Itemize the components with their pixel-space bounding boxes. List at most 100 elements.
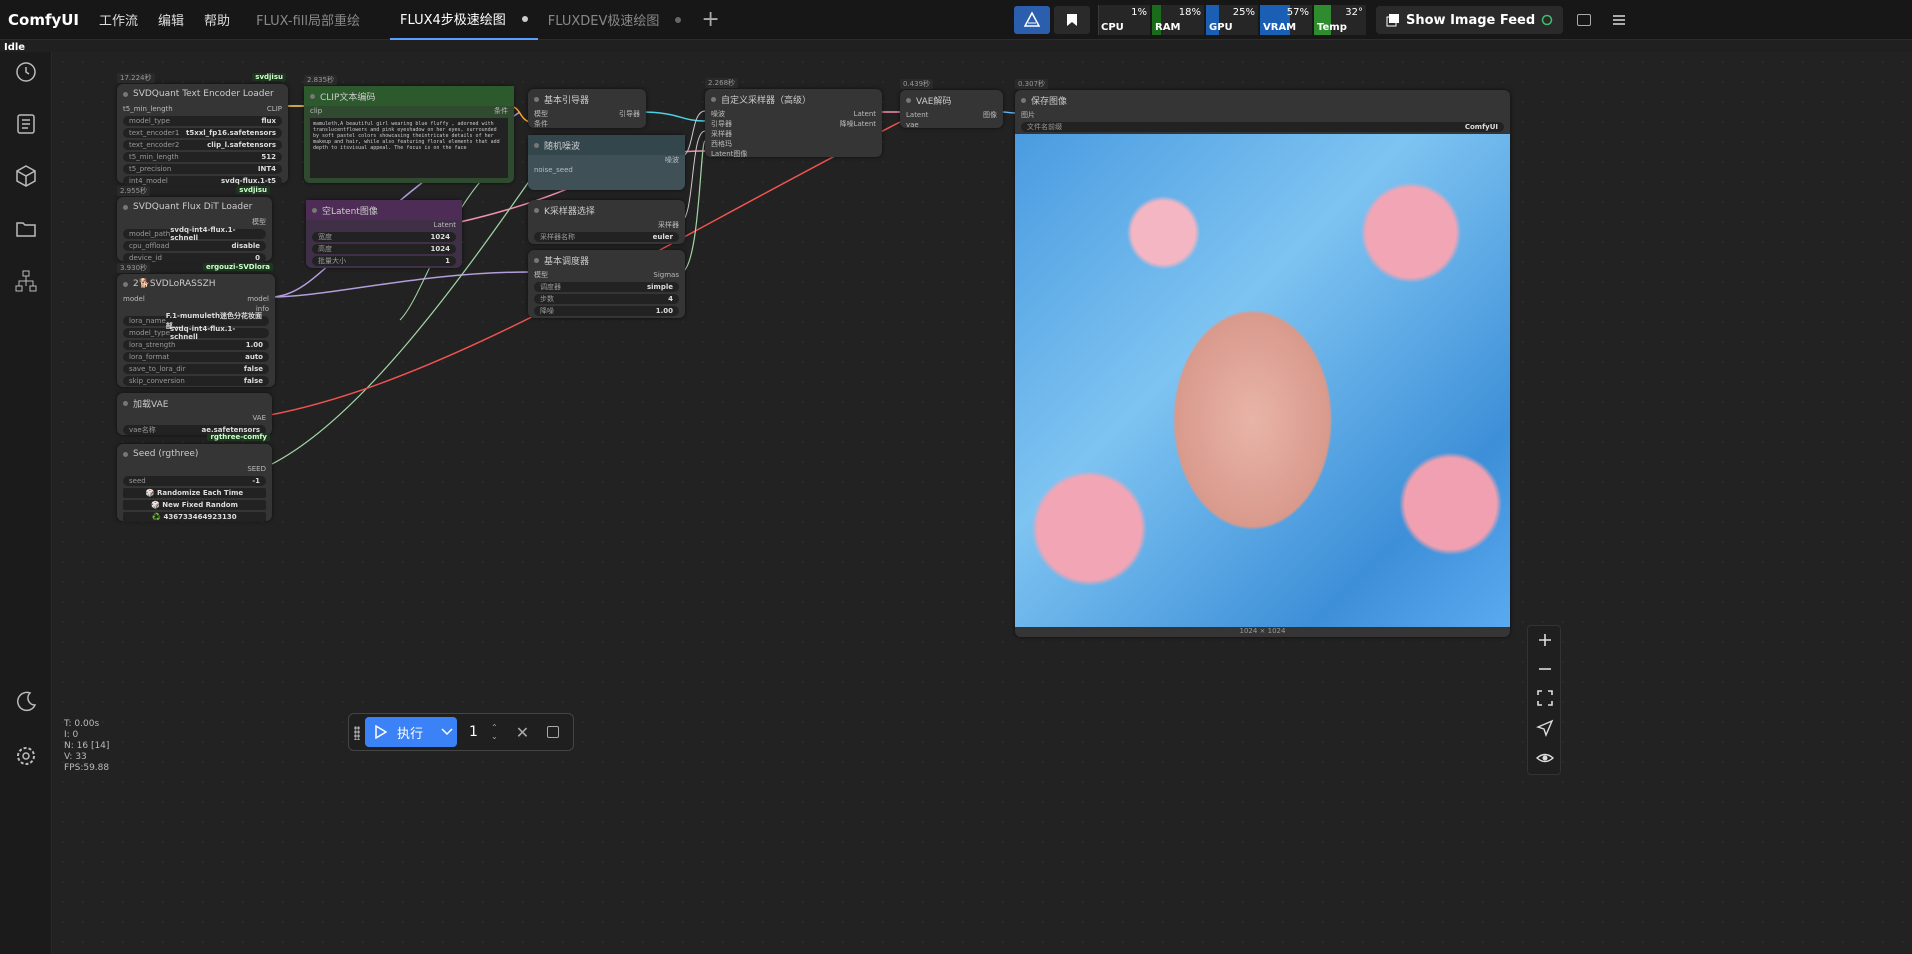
widget-scheduler-0[interactable]: 调度器 simple: [534, 282, 679, 292]
input-slot[interactable]: clip: [310, 107, 322, 115]
input-slot[interactable]: 模型: [534, 270, 548, 280]
fit-view-icon[interactable]: [1535, 688, 1555, 708]
select-pointer-icon[interactable]: [1535, 718, 1555, 738]
node-io-row: 图片: [1015, 110, 1510, 120]
input-slot[interactable]: 模型: [534, 109, 548, 119]
widget-dit_loader-1[interactable]: cpu_offload disable: [123, 241, 266, 251]
widget-empty_latent-2[interactable]: 批量大小 1: [312, 256, 456, 266]
zoom-in-icon[interactable]: [1535, 630, 1555, 650]
node-custom-sampler-advanced[interactable]: 2.268秒 自定义采样器（高级） 噪波 Latent 引导器 降噪Latent 采…: [705, 78, 882, 159]
widget-lora-2[interactable]: lora_strength 1.00: [123, 340, 269, 350]
widget-lora-3[interactable]: lora_format auto: [123, 352, 269, 362]
widget-lora-5[interactable]: skip_conversion false: [123, 376, 269, 386]
widget-text_encoder-0[interactable]: model_type flux: [123, 116, 282, 126]
output-slot[interactable]: Sigmas: [653, 271, 679, 279]
output-slot[interactable]: model: [247, 295, 269, 303]
batch-stepper[interactable]: ⌃ ⌄: [491, 723, 498, 741]
cancel-x-icon[interactable]: ✕: [516, 723, 529, 742]
stop-square-icon[interactable]: [547, 726, 560, 738]
node-basic-scheduler[interactable]: 基本调度器 模型 Sigmas 调度器 simple 步数 4 降噪 1.00: [528, 250, 685, 318]
widget-value: svdq-int4-flux.1-schnell: [169, 325, 236, 341]
node-svd-lora[interactable]: 3.930秒 ergouzi-SVDlora 2🐕SVDLoRASSZH mod…: [117, 263, 275, 387]
output-image[interactable]: [1015, 134, 1510, 627]
output-slot[interactable]: 降噪Latent: [840, 119, 876, 129]
zoom-out-icon[interactable]: [1535, 659, 1555, 679]
widget-seed-0[interactable]: seed -1: [123, 476, 266, 486]
widget-key: device_id: [129, 254, 162, 262]
widget-text_encoder-5[interactable]: int4_model svdq-flux.1-t5: [123, 176, 282, 186]
node-vae-loader[interactable]: 加载VAE VAE vae名称 ae.safetensors: [117, 393, 272, 435]
widget-text_encoder-2[interactable]: text_encoder2 clip_l.safetensors: [123, 140, 282, 150]
output-slot[interactable]: 引导器: [619, 109, 640, 119]
widget-value: flux: [261, 117, 276, 125]
input-slot[interactable]: 图片: [1021, 110, 1035, 120]
queue-run-button[interactable]: 执行: [365, 717, 457, 747]
node-title: CLIP文本编码: [304, 86, 514, 106]
filename-prefix-widget[interactable]: 文件名前缀 ComfyUI: [1021, 122, 1504, 132]
input-slot[interactable]: Latent图像: [711, 149, 747, 159]
node-vae-decode[interactable]: 0.439秒 VAE解码 Latent 图像 vae: [900, 79, 1003, 129]
input-slot[interactable]: 条件: [534, 119, 548, 129]
input-slot[interactable]: model: [123, 295, 145, 303]
input-slot[interactable]: Latent: [906, 111, 928, 119]
node-title: VAE解码: [900, 90, 1003, 110]
prompt-textarea[interactable]: mamuleth,A beautiful girl wearing blue f…: [310, 118, 508, 178]
node-io-row: model model: [117, 294, 275, 304]
node-clip-text-encode[interactable]: 2.835秒 CLIP文本编码 clip 条件 mamuleth,A beauti…: [304, 75, 514, 183]
widget-text_encoder-1[interactable]: text_encoder1 t5xxl_fp16.safetensors: [123, 128, 282, 138]
drag-handle-icon[interactable]: [354, 726, 360, 740]
widget-key: model_type: [129, 329, 170, 337]
output-slot[interactable]: 采样器: [658, 220, 679, 230]
input-slot[interactable]: 西格玛: [711, 139, 732, 149]
output-slot[interactable]: 图像: [983, 110, 997, 120]
widget-empty_latent-1[interactable]: 高度 1024: [312, 244, 456, 254]
widget-key: model_path: [129, 230, 171, 238]
output-slot[interactable]: 条件: [494, 106, 508, 116]
chevron-down-icon[interactable]: [441, 728, 453, 736]
input-slot[interactable]: 采样器: [711, 129, 732, 139]
widget-text_encoder-3[interactable]: t5_min_length 512: [123, 152, 282, 162]
widget-lora-1[interactable]: model_type svdq-int4-flux.1-schnell: [123, 325, 269, 341]
node-source-badge: svdjisu: [252, 73, 286, 81]
toggle-links-eye-icon[interactable]: [1535, 748, 1555, 768]
widget-dit_loader-0[interactable]: model_path svdq-int4-flux.1-schnell: [123, 226, 266, 242]
widget-ksampler_select-0[interactable]: 采样器名称 euler: [534, 232, 679, 242]
node-title: SVDQuant Text Encoder Loader: [117, 84, 288, 104]
widget-value: auto: [245, 353, 263, 361]
node-save-image[interactable]: 0.307秒 保存图像 图片 文件名前缀 ComfyUI 1024 × 1024: [1015, 79, 1510, 637]
node-text-encoder-loader[interactable]: 17.224秒 svdjisu SVDQuant Text Encoder Lo…: [117, 73, 288, 186]
widget-empty_latent-0[interactable]: 宽度 1024: [312, 232, 456, 242]
input-slot[interactable]: noise_seed: [534, 166, 573, 174]
node-empty-latent[interactable]: 空Latent图像 Latent 宽度 1024 高度 1024 批量大小 1: [306, 200, 462, 268]
node-random-noise[interactable]: 随机噪波 噪波 noise_seed: [528, 135, 685, 190]
node-basic-guider[interactable]: 基本引导器 模型 引导器 条件: [528, 89, 646, 128]
widget-lora-4[interactable]: save_to_lora_dir false: [123, 364, 269, 374]
widget-key: text_encoder2: [129, 141, 180, 149]
input-slot[interactable]: 噪波: [711, 109, 725, 119]
output-slot[interactable]: 噪波: [665, 155, 679, 165]
output-slot[interactable]: CLIP: [267, 105, 282, 113]
randomize-each-time-button[interactable]: 🎲 Randomize Each Time: [123, 488, 266, 498]
widget-dit_loader-2[interactable]: device_id 0: [123, 253, 266, 263]
widget-scheduler-1[interactable]: 步数 4: [534, 294, 679, 304]
output-slot[interactable]: Latent: [854, 110, 876, 118]
output-slot[interactable]: VAE: [252, 414, 266, 422]
output-slot[interactable]: SEED: [247, 465, 266, 473]
last-seed-button[interactable]: ♻️ 436733464923130: [123, 512, 266, 522]
node-dit-loader[interactable]: 2.955秒 svdjisu SVDQuant Flux DiT Loader …: [117, 186, 272, 263]
batch-count-input[interactable]: 1: [469, 724, 491, 740]
widget-key: seed: [129, 477, 146, 485]
node-seed-rgthree[interactable]: rgthree-comfy Seed (rgthree) SEED seed -1…: [117, 433, 272, 522]
widget-key: 采样器名称: [540, 233, 575, 241]
link-model-scheduler: [269, 271, 531, 298]
exec-time-badge: 2.835秒: [304, 75, 338, 85]
new-fixed-random-button[interactable]: 🎲 New Fixed Random: [123, 500, 266, 510]
input-slot[interactable]: 引导器: [711, 119, 732, 129]
widget-scheduler-2[interactable]: 降噪 1.00: [534, 306, 679, 316]
input-slot[interactable]: t5_min_length: [123, 105, 173, 113]
input-slot[interactable]: vae: [906, 121, 919, 129]
widget-key: t5_min_length: [129, 153, 179, 161]
output-slot[interactable]: Latent: [434, 221, 456, 229]
widget-text_encoder-4[interactable]: t5_precision INT4: [123, 164, 282, 174]
node-ksampler-select[interactable]: K采样器选择 采样器 采样器名称 euler: [528, 200, 685, 244]
